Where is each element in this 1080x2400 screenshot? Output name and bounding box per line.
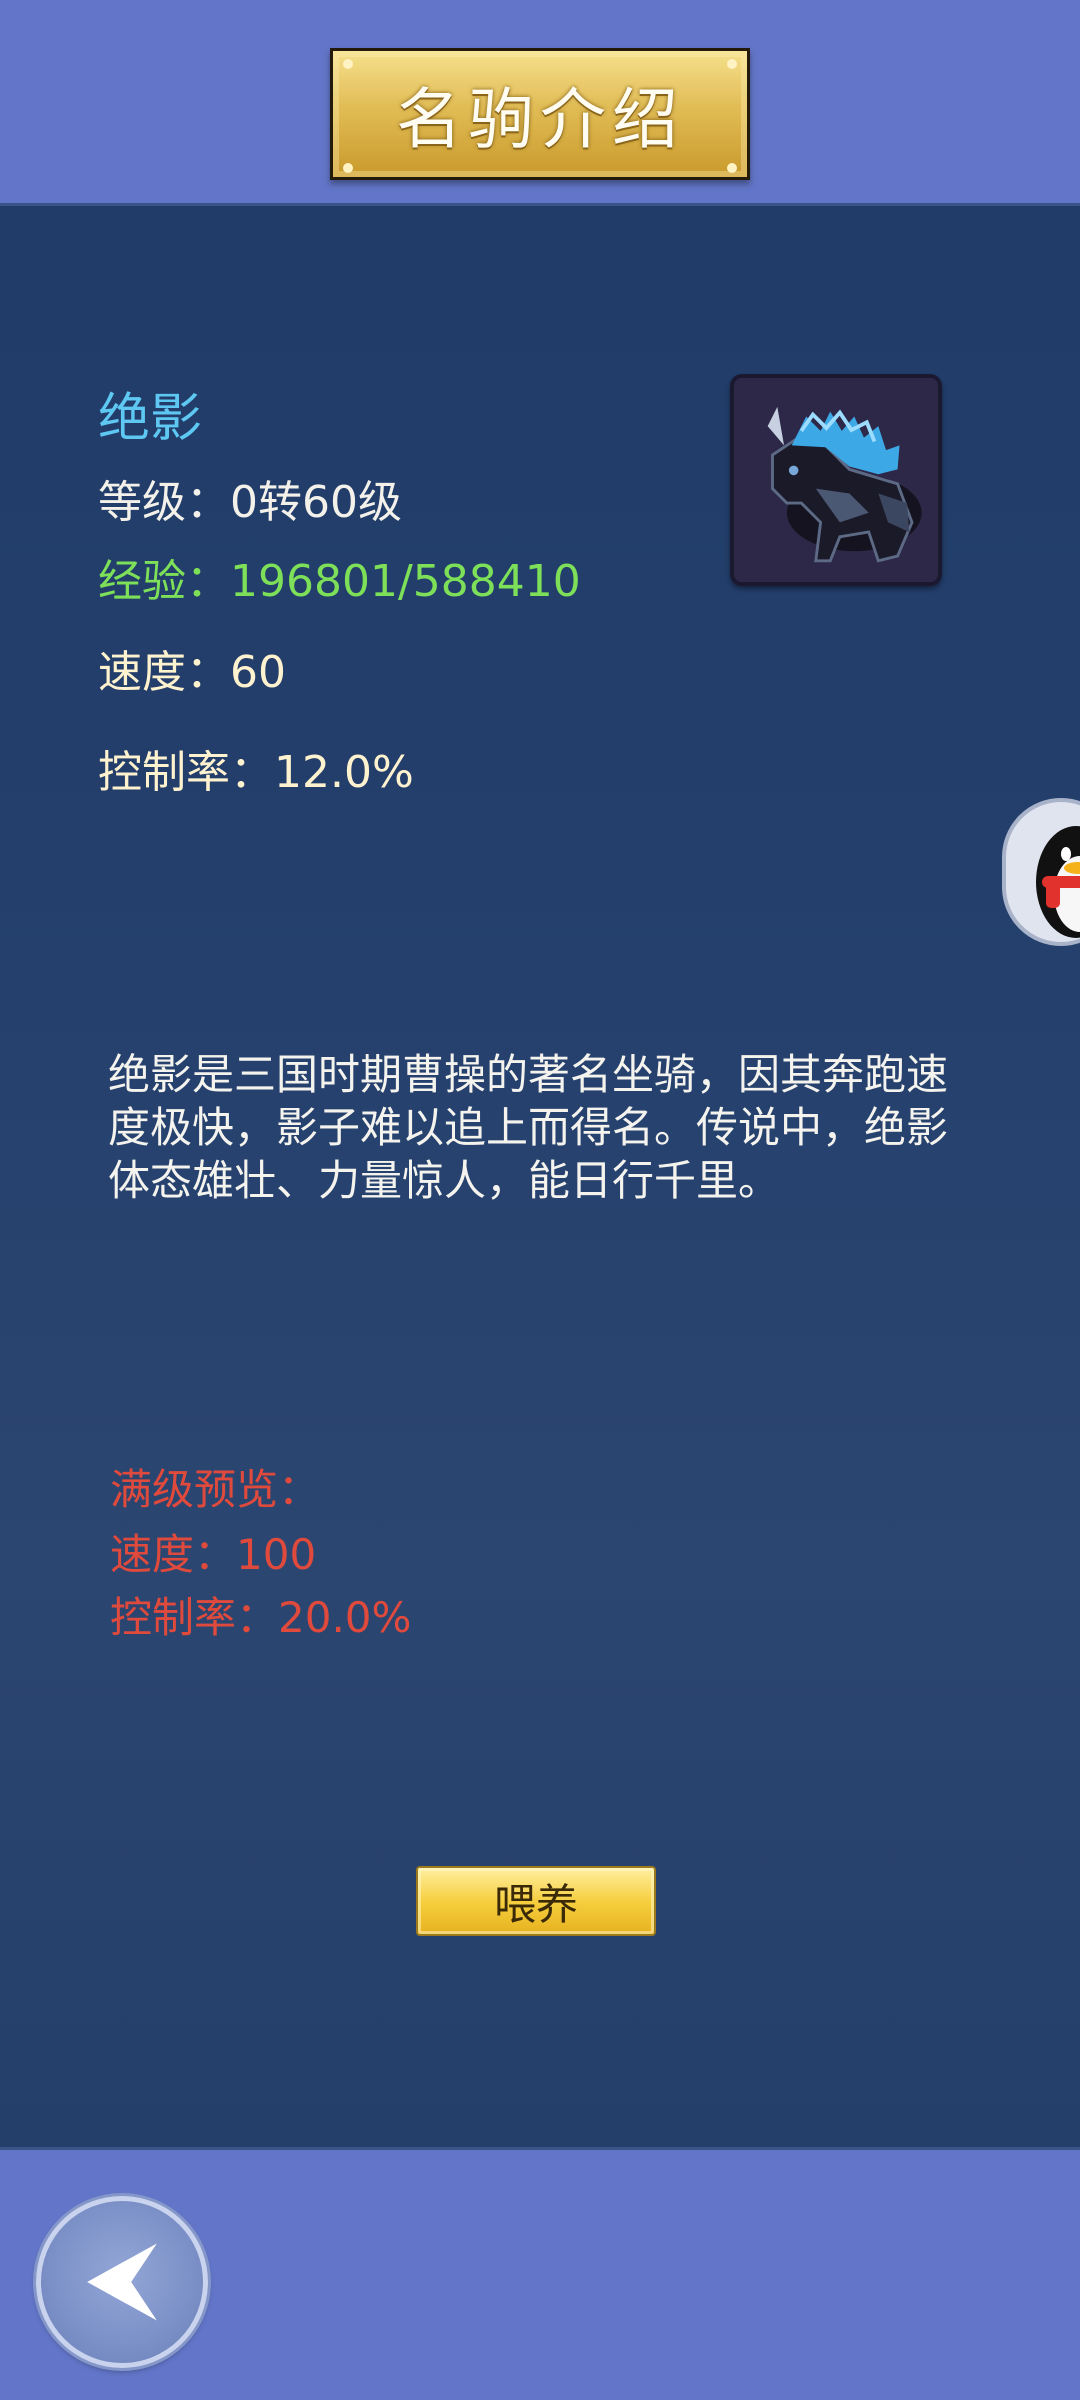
back-button[interactable]	[36, 2196, 208, 2368]
back-arrow-icon	[87, 2243, 157, 2321]
mount-portrait	[730, 374, 942, 586]
mount-control-rate: 控制率：12.0%	[98, 747, 414, 798]
mount-level: 等级：0转60级	[98, 477, 402, 528]
horse-icon	[734, 378, 938, 582]
max-level-preview-title: 满级预览：	[110, 1465, 321, 1514]
feed-button-label: 喂养	[493, 1879, 578, 1929]
penguin-icon	[1036, 826, 1080, 938]
max-level-speed: 速度：100	[110, 1530, 317, 1579]
max-level-control-rate: 控制率：20.0%	[110, 1593, 412, 1642]
feed-button[interactable]: 喂养	[416, 1866, 656, 1936]
mount-speed: 速度：60	[98, 647, 286, 698]
page-title: 名驹介绍	[396, 81, 684, 158]
mount-description: 绝影是三国时期曹操的著名坐骑，因其奔跑速度极快，影子难以追上而得名。传说中，绝影…	[108, 1050, 949, 1205]
mount-name: 绝影	[98, 389, 203, 449]
title-plaque: 名驹介绍	[330, 48, 750, 180]
mount-exp: 经验：196801/588410	[98, 556, 581, 607]
